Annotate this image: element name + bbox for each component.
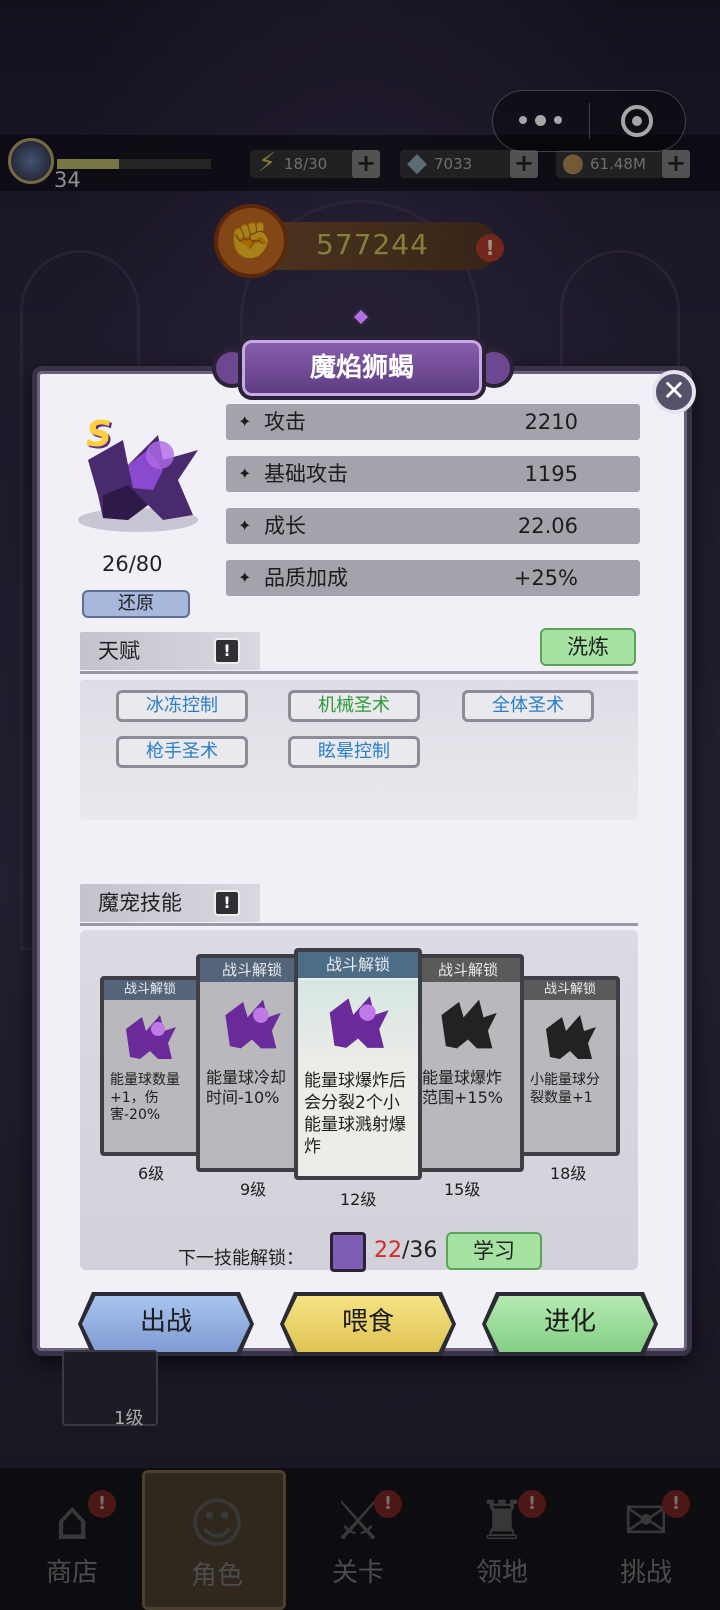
skill-book-count: 22/36 xyxy=(374,1238,437,1263)
skill-book-icon xyxy=(330,1232,366,1272)
pet-skill-icon xyxy=(524,1002,616,1072)
nav-label: 领地 xyxy=(475,1558,528,1588)
nav-challenge[interactable]: ✉ ! 挑战 xyxy=(574,1470,718,1610)
stat-name: 品质加成 xyxy=(264,566,348,590)
skill-card-description: 能量球爆炸范围+15% xyxy=(422,1068,503,1107)
skill-card-description: 小能量球分裂数量+1 xyxy=(530,1072,600,1106)
character-icon: ☺ xyxy=(188,1491,246,1555)
deploy-button[interactable]: 出战 xyxy=(82,1296,250,1352)
notification-badge: ! xyxy=(518,1490,546,1518)
skill-card-level: 18级 xyxy=(550,1164,587,1183)
skill-card-description: 能量球数量+1，伤害-20% xyxy=(110,1072,180,1123)
skill-card[interactable]: 战斗解锁 能量球冷却时间-10% xyxy=(196,954,308,1172)
stat-name: 基础攻击 xyxy=(264,462,348,486)
nav-label: 关卡 xyxy=(331,1558,384,1588)
pet-level: 26/80 xyxy=(102,552,163,576)
stat-name: 攻击 xyxy=(264,410,306,434)
skill-card-unlock-label: 战斗解锁 xyxy=(200,958,304,982)
sparkle-icon: ✦ xyxy=(238,412,252,431)
notification-badge: ! xyxy=(374,1490,402,1518)
talent-tag[interactable]: 机械圣术 xyxy=(288,690,420,722)
skills-info-icon[interactable]: ! xyxy=(214,890,240,916)
sparkle-icon: ✦ xyxy=(238,464,252,483)
skill-book-total: /36 xyxy=(402,1238,438,1263)
pet-skill-icon xyxy=(298,980,418,1064)
stat-row: ✦ 品质加成 +25% xyxy=(226,560,640,596)
skill-card-unlock-label: 战斗解锁 xyxy=(104,980,196,1000)
nav-label: 挑战 xyxy=(619,1558,672,1588)
skill-book-current: 22 xyxy=(374,1238,402,1263)
talent-tag[interactable]: 眩晕控制 xyxy=(288,736,420,768)
stat-value: 1195 xyxy=(524,462,578,486)
divider xyxy=(80,671,638,674)
pet-slot[interactable] xyxy=(62,1350,158,1426)
skill-card[interactable]: 战斗解锁 能量球数量+1，伤害-20% xyxy=(100,976,200,1156)
talent-tag[interactable]: 枪手圣术 xyxy=(116,736,248,768)
stat-value: 22.06 xyxy=(517,514,578,538)
stat-value: 2210 xyxy=(524,410,578,434)
divider xyxy=(80,923,638,926)
talent-info-icon[interactable]: ! xyxy=(214,638,240,664)
skill-card-level: 6级 xyxy=(138,1164,165,1183)
stat-row: ✦ 攻击 2210 xyxy=(226,404,640,440)
nav-shop[interactable]: ⌂ ! 商店 xyxy=(0,1470,144,1610)
skill-card-selected[interactable]: 战斗解锁 能量球爆炸后会分裂2个小能量球溅射爆炸 xyxy=(294,948,422,1180)
skill-card-description: 能量球冷却时间-10% xyxy=(206,1068,287,1107)
pet-name-title: 魔焰狮蝎 xyxy=(238,336,486,400)
skill-card-unlock-label: 战斗解锁 xyxy=(524,980,616,1000)
notification-badge: ! xyxy=(88,1490,116,1518)
sparkle-icon: ✦ xyxy=(238,568,252,587)
pet-skill-icon xyxy=(104,1002,196,1072)
pet-rank-badge: S xyxy=(86,414,112,455)
stat-row: ✦ 成长 22.06 xyxy=(226,508,640,544)
skill-card-level: 15级 xyxy=(444,1180,481,1199)
nav-stage[interactable]: ⚔ ! 关卡 xyxy=(286,1470,430,1610)
skill-card-description: 能量球爆炸后会分裂2个小能量球溅射爆炸 xyxy=(304,1071,406,1158)
close-button[interactable]: ✕ xyxy=(652,370,696,414)
sparkle-icon: ✦ xyxy=(238,516,252,535)
pet-skill-icon xyxy=(200,984,304,1064)
talent-tag[interactable]: 冰冻控制 xyxy=(116,690,248,722)
nav-character[interactable]: ☺ 角色 xyxy=(142,1470,286,1610)
skill-card-level: 12级 xyxy=(340,1190,377,1209)
nav-territory[interactable]: ♜ ! 领地 xyxy=(430,1470,574,1610)
stat-value: +25% xyxy=(513,566,578,590)
restore-button[interactable]: 还原 xyxy=(82,590,190,618)
stat-row: ✦ 基础攻击 1195 xyxy=(226,456,640,492)
pet-skill-icon xyxy=(416,984,520,1064)
nav-label: 角色 xyxy=(190,1561,243,1591)
skill-card[interactable]: 战斗解锁 能量球爆炸范围+15% xyxy=(412,954,524,1172)
nav-label: 商店 xyxy=(45,1558,98,1588)
pet-slot-level: 1级 xyxy=(114,1408,144,1429)
skill-card-unlock-label: 战斗解锁 xyxy=(416,958,520,982)
skill-card-level: 9级 xyxy=(240,1180,267,1199)
learn-skill-button[interactable]: 学习 xyxy=(446,1232,542,1270)
talent-tag[interactable]: 全体圣术 xyxy=(462,690,594,722)
skill-card[interactable]: 战斗解锁 小能量球分裂数量+1 xyxy=(520,976,620,1156)
evolve-button[interactable]: 进化 xyxy=(486,1296,654,1352)
feed-button[interactable]: 喂食 xyxy=(284,1296,452,1352)
skill-card-unlock-label: 战斗解锁 xyxy=(298,952,418,978)
stat-name: 成长 xyxy=(264,514,306,538)
reroll-talent-button[interactable]: 洗炼 xyxy=(540,628,636,666)
next-skill-unlock-label: 下一技能解锁： xyxy=(178,1248,304,1269)
notification-badge: ! xyxy=(662,1490,690,1518)
